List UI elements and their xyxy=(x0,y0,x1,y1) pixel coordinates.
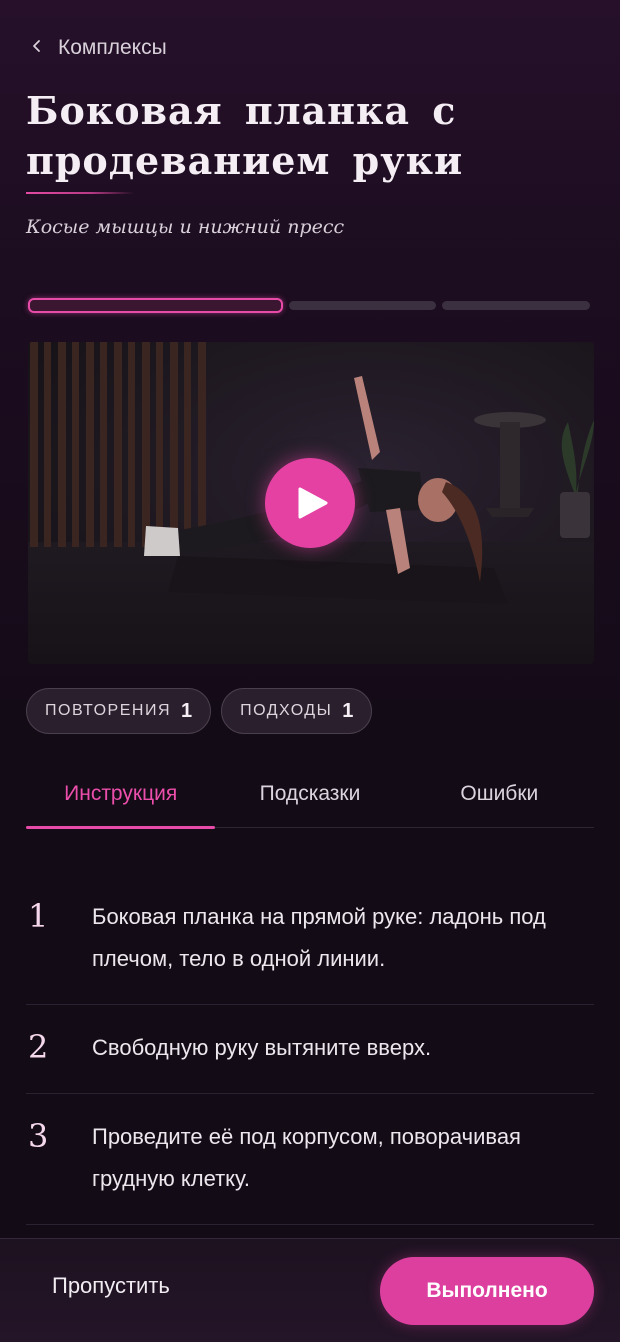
step-text: Боковая планка на прямой руке: ладонь по… xyxy=(92,904,546,971)
step-number: 3 xyxy=(28,1117,49,1155)
step-number: 2 xyxy=(28,1028,49,1066)
step-number: 1 xyxy=(28,897,49,935)
progress-segment-1 xyxy=(28,298,283,313)
progress-bar xyxy=(28,298,590,314)
sets-label: ПОДХОДЫ xyxy=(240,702,333,719)
exercise-title: Боковая планка с продеванием руки xyxy=(26,88,464,183)
tab-mistakes[interactable]: Ошибки xyxy=(405,768,594,827)
instruction-steps: 1 Боковая планка на прямой руке: ладонь … xyxy=(26,872,594,1225)
step-item: 3 Проведите её под корпусом, поворачивая… xyxy=(26,1094,594,1225)
step-text: Проведите её под корпусом, поворачивая г… xyxy=(92,1124,521,1191)
step-item: 2 Свободную руку вытяните вверх. xyxy=(26,1005,594,1094)
step-text: Свободную руку вытяните вверх. xyxy=(92,1035,432,1060)
tab-instruction[interactable]: Инструкция xyxy=(26,768,216,829)
skip-button[interactable]: Пропустить xyxy=(52,1273,170,1299)
reps-label: ПОВТОРЕНИЯ xyxy=(45,702,171,719)
back-label: Комплексы xyxy=(58,36,167,59)
exercise-video[interactable] xyxy=(28,342,594,664)
progress-segment-3 xyxy=(442,301,590,310)
bottom-action-bar: Пропустить Выполнено xyxy=(0,1238,620,1342)
exercise-subtitle: Косые мышцы и нижний пресс xyxy=(26,216,345,238)
done-button[interactable]: Выполнено xyxy=(380,1257,594,1325)
exercise-stats: ПОВТОРЕНИЯ 1 ПОДХОДЫ 1 xyxy=(26,688,373,734)
play-icon xyxy=(298,487,328,519)
chevron-left-icon xyxy=(30,39,44,58)
tab-tips[interactable]: Подсказки xyxy=(215,768,404,827)
play-button[interactable] xyxy=(265,458,355,548)
reps-chip: ПОВТОРЕНИЯ 1 xyxy=(26,688,212,734)
sets-chip: ПОДХОДЫ 1 xyxy=(221,688,373,734)
progress-segment-2 xyxy=(288,301,437,310)
step-item: 1 Боковая планка на прямой руке: ладонь … xyxy=(26,872,594,1005)
tab-bar: Инструкция Подсказки Ошибки xyxy=(26,768,594,829)
reps-value: 1 xyxy=(181,699,193,722)
sets-value: 1 xyxy=(342,699,354,722)
back-button[interactable]: Комплексы xyxy=(30,32,167,64)
exercise-screen: Комплексы Боковая планка с продеванием р… xyxy=(0,0,620,1342)
title-underline xyxy=(26,192,134,194)
